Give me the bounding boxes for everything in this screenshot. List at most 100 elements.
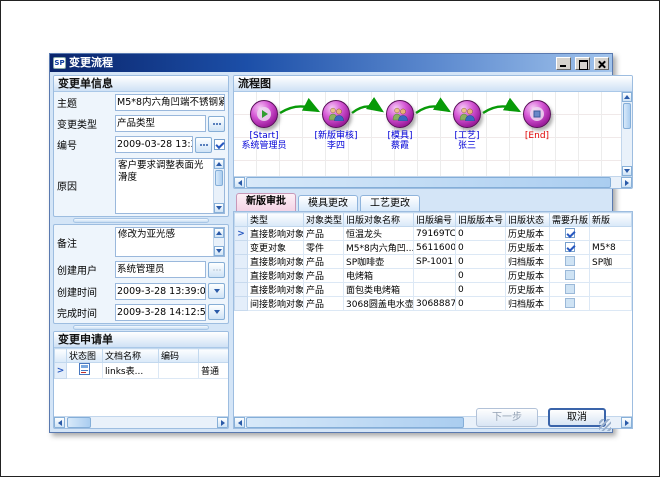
scroll-up-icon[interactable] bbox=[214, 159, 224, 169]
table-row[interactable]: 变更对象零件M5*8内六角凹...56116000历史版本M5*8 bbox=[235, 241, 632, 255]
grid-cell[interactable]: 0 bbox=[456, 297, 506, 311]
grid-cell[interactable]: 历史版本 bbox=[506, 241, 550, 255]
flow-hscrollbar[interactable] bbox=[234, 176, 632, 188]
request-column-header[interactable] bbox=[199, 349, 229, 363]
finish-time-input[interactable]: 2009-3-28 14:12:50 bbox=[115, 304, 206, 321]
upgrade-checkbox[interactable] bbox=[565, 256, 575, 266]
number-input[interactable]: 2009-03-28 13:39:01 bbox=[115, 136, 193, 153]
grid-cell[interactable]: 0 bbox=[456, 241, 506, 255]
upgrade-checkbox[interactable] bbox=[565, 298, 575, 308]
grid-cell[interactable] bbox=[590, 269, 632, 283]
grid-cell[interactable]: M5*8 bbox=[590, 241, 632, 255]
grid-cell[interactable]: 3068887 bbox=[414, 297, 456, 311]
maximize-button[interactable] bbox=[575, 57, 590, 70]
flow-node-task-2[interactable] bbox=[386, 100, 414, 128]
grid-cell[interactable]: 0 bbox=[456, 283, 506, 297]
grid-cell[interactable]: SP咖啡壶 bbox=[344, 255, 414, 269]
grid-cell[interactable]: 历史版本 bbox=[506, 269, 550, 283]
flow-node-task-3[interactable] bbox=[453, 100, 481, 128]
grid-cell[interactable] bbox=[414, 269, 456, 283]
grid-cell[interactable]: 0 bbox=[456, 255, 506, 269]
grid-column-header[interactable]: 旧版版本号 bbox=[456, 213, 506, 227]
grid-cell[interactable]: 直接影响对象 bbox=[248, 269, 304, 283]
change-type-browse-button[interactable] bbox=[208, 116, 225, 132]
scroll-left-icon[interactable] bbox=[234, 417, 245, 428]
grid-cell[interactable] bbox=[550, 269, 590, 283]
minimize-button[interactable] bbox=[556, 57, 571, 70]
scroll-left-icon[interactable] bbox=[234, 177, 245, 188]
table-row[interactable]: 直接影响对象产品SP咖啡壶SP-10010归档版本SP咖 bbox=[235, 255, 632, 269]
grid-cell[interactable] bbox=[590, 297, 632, 311]
upgrade-checkbox[interactable] bbox=[565, 270, 575, 280]
creator-browse-button[interactable] bbox=[208, 262, 225, 278]
request-column-header[interactable]: 编码 bbox=[159, 349, 199, 363]
spin-down-icon[interactable] bbox=[214, 246, 224, 256]
grid-cell[interactable]: 直接影响对象 bbox=[248, 255, 304, 269]
finish-time-dropdown-icon[interactable] bbox=[208, 304, 225, 320]
flow-canvas[interactable]: [Start]系统管理员[新版审核]李四[模具]蔡霞[工艺]张三[End] bbox=[234, 92, 621, 176]
flow-node-start[interactable] bbox=[250, 100, 278, 128]
upgrade-checkbox[interactable] bbox=[565, 228, 575, 238]
request-column-header[interactable]: 文档名称 bbox=[103, 349, 159, 363]
grid-cell[interactable]: 3068圆盖电水壶 bbox=[344, 297, 414, 311]
tab-3[interactable]: 工艺更改 bbox=[360, 195, 420, 211]
flow-vscrollbar[interactable] bbox=[621, 92, 632, 176]
grid-cell[interactable]: 历史版本 bbox=[506, 227, 550, 241]
grid-cell[interactable]: 产品 bbox=[304, 269, 344, 283]
grid-cell[interactable]: 产品 bbox=[304, 283, 344, 297]
scroll-right-icon[interactable] bbox=[621, 177, 632, 188]
grid-cell[interactable]: 历史版本 bbox=[506, 283, 550, 297]
grid-cell[interactable] bbox=[550, 227, 590, 241]
tab-1[interactable]: 新版审批 bbox=[236, 193, 296, 211]
request-cell[interactable]: 普通 bbox=[199, 363, 229, 379]
scroll-up-icon[interactable] bbox=[622, 92, 632, 102]
grid-cell[interactable] bbox=[550, 241, 590, 255]
scroll-down-icon[interactable] bbox=[622, 166, 632, 176]
grid-cell[interactable] bbox=[414, 283, 456, 297]
grid-column-header[interactable]: 对象类型 bbox=[304, 213, 344, 227]
grid-cell[interactable]: 恒温龙头 bbox=[344, 227, 414, 241]
remark-spinner[interactable] bbox=[213, 228, 224, 256]
remark-textarea[interactable]: 修改为亚光感 bbox=[115, 227, 225, 257]
resize-grip[interactable] bbox=[599, 419, 611, 431]
grid-cell[interactable]: 变更对象 bbox=[248, 241, 304, 255]
grid-cell[interactable]: 0 bbox=[456, 269, 506, 283]
scroll-thumb[interactable] bbox=[246, 417, 464, 428]
number-browse-button[interactable] bbox=[195, 137, 212, 153]
table-row[interactable]: 直接影响对象产品电烤箱0历史版本 bbox=[235, 269, 632, 283]
next-button[interactable]: 下一步 bbox=[476, 408, 538, 427]
grid-cell[interactable]: SP咖 bbox=[590, 255, 632, 269]
tab-2[interactable]: 模具更改 bbox=[298, 195, 358, 211]
cancel-button[interactable]: 取消 bbox=[548, 408, 606, 427]
create-time-dropdown-icon[interactable] bbox=[208, 283, 225, 299]
scroll-right-icon[interactable] bbox=[621, 417, 632, 428]
table-row[interactable]: 间接影响对象产品3068圆盖电水壶30688870归档版本 bbox=[235, 297, 632, 311]
create-time-input[interactable]: 2009-3-28 13:39:01 bbox=[115, 283, 206, 300]
scroll-down-icon[interactable] bbox=[214, 203, 224, 213]
reason-scrollbar[interactable] bbox=[213, 159, 224, 213]
grid-column-header[interactable]: 旧版状态 bbox=[506, 213, 550, 227]
grid-cell[interactable] bbox=[550, 297, 590, 311]
request-cell[interactable] bbox=[159, 363, 199, 379]
upgrade-checkbox[interactable] bbox=[565, 284, 575, 294]
grid-column-header[interactable]: 需要升版 bbox=[550, 213, 590, 227]
grid-cell[interactable]: 间接影响对象 bbox=[248, 297, 304, 311]
grid-cell[interactable] bbox=[590, 283, 632, 297]
request-column-header[interactable]: 状态图 bbox=[67, 349, 103, 363]
request-cell[interactable]: links表... bbox=[103, 363, 159, 379]
grid-cell[interactable]: 归档版本 bbox=[506, 297, 550, 311]
change-type-input[interactable]: 产品类型 bbox=[115, 115, 206, 132]
grid-cell[interactable]: 零件 bbox=[304, 241, 344, 255]
grid-cell[interactable] bbox=[550, 255, 590, 269]
number-checkbox[interactable] bbox=[214, 139, 225, 150]
table-row[interactable]: 直接影响对象产品面包类电烤箱0历史版本 bbox=[235, 283, 632, 297]
grid-column-header[interactable]: 旧版编号 bbox=[414, 213, 456, 227]
grid-cell[interactable]: 0 bbox=[456, 227, 506, 241]
flow-node-end[interactable] bbox=[523, 100, 551, 128]
grid-cell[interactable]: 5611600 bbox=[414, 241, 456, 255]
spin-up-icon[interactable] bbox=[214, 228, 224, 238]
scroll-thumb[interactable] bbox=[67, 417, 91, 428]
scroll-right-icon[interactable] bbox=[217, 417, 228, 428]
scroll-thumb[interactable] bbox=[246, 177, 611, 188]
reason-textarea[interactable]: 客户要求调整表面光滑度 bbox=[115, 158, 225, 214]
